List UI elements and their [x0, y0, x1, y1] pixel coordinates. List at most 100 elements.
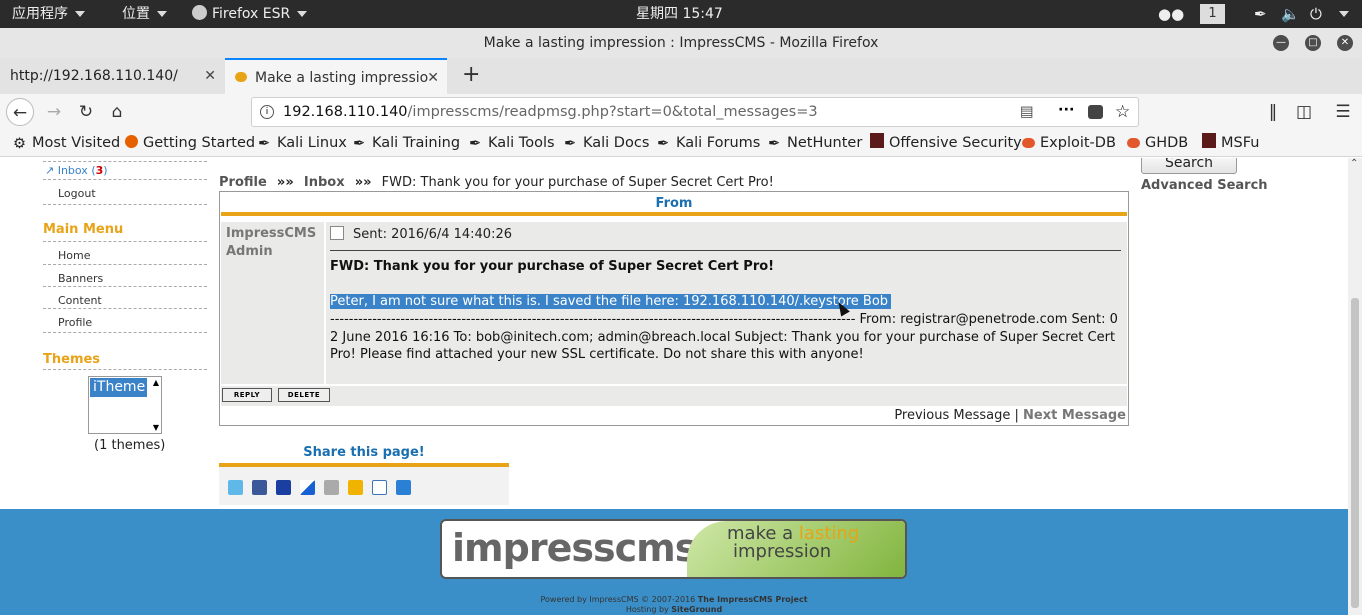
- theme-option-itheme[interactable]: iTheme: [90, 378, 147, 397]
- url-bar[interactable]: i 192.168.110.140/impresscms/readpmsg.ph…: [251, 97, 1139, 127]
- share-box: [219, 463, 509, 505]
- bookmark-star-icon[interactable]: ☆: [1115, 98, 1130, 126]
- sidebar-item-content[interactable]: Content: [58, 294, 102, 307]
- forward-icon[interactable]: →: [40, 98, 68, 126]
- from-column-header: From: [221, 192, 1127, 216]
- close-tab-icon[interactable]: ✕: [204, 58, 216, 94]
- bookmark-label: Most Visited: [32, 135, 121, 151]
- sidebar-item-banners[interactable]: Banners: [58, 272, 103, 285]
- sidebar-icon[interactable]: ◫: [1290, 98, 1318, 126]
- clock[interactable]: 星期四 15:47: [636, 0, 723, 28]
- search-button[interactable]: Search: [1141, 158, 1237, 174]
- kali-dragon-icon: ✒: [469, 136, 482, 152]
- bookmark-label: GHDB: [1145, 135, 1189, 151]
- hi5-icon[interactable]: [396, 480, 411, 495]
- tab-impresscms[interactable]: Make a lasting impressio ✕: [225, 58, 447, 94]
- sidebar-item-inbox[interactable]: ↗ Inbox (3): [45, 164, 108, 177]
- advanced-search-link[interactable]: Advanced Search: [1141, 178, 1268, 193]
- bookmark-kali-tools[interactable]: ✒ Kali Tools: [469, 130, 555, 157]
- places-menu[interactable]: 位置: [122, 0, 167, 28]
- system-top-bar: 应用程序 位置 Firefox ESR 星期四 15:47 ●● 1 ✒ 🔈 ⏻: [0, 0, 1362, 28]
- facebook-icon[interactable]: [252, 480, 267, 495]
- breadcrumb: Profile »» Inbox »» FWD: Thank you for y…: [219, 175, 774, 190]
- pen-icon[interactable]: ✒: [1254, 0, 1267, 28]
- scroll-up-icon[interactable]: ⌃: [1350, 158, 1358, 169]
- firefox-app-label: Firefox ESR: [212, 6, 291, 22]
- myspace-icon[interactable]: [276, 480, 291, 495]
- delete-button[interactable]: DELETE: [278, 388, 330, 402]
- page-actions-icon[interactable]: ···: [1058, 96, 1075, 124]
- tab-ip[interactable]: http://192.168.110.140/ ✕: [0, 58, 224, 94]
- home-icon[interactable]: ⌂: [103, 98, 131, 126]
- kali-dragon-icon: ✒: [564, 136, 577, 152]
- volume-icon[interactable]: 🔈: [1281, 0, 1300, 28]
- bookmark-msfu[interactable]: MSFu: [1202, 130, 1259, 157]
- message-body: ----------------------------------------…: [330, 312, 1118, 362]
- sender-name[interactable]: ImpressCMS Admin: [226, 225, 316, 261]
- pocket-icon[interactable]: [1088, 105, 1103, 119]
- info-icon[interactable]: i: [260, 105, 274, 119]
- places-menu-label: 位置: [122, 6, 150, 22]
- reply-button[interactable]: REPLY: [222, 388, 272, 402]
- library-icon[interactable]: ‖: [1259, 98, 1287, 126]
- main-menu-heading: Main Menu: [43, 222, 124, 237]
- themes-heading: Themes: [43, 352, 101, 367]
- bookmark-label: Kali Docs: [583, 135, 650, 151]
- firefox-app-menu[interactable]: Firefox ESR: [192, 0, 308, 28]
- bookmark-most-visited[interactable]: ⚙ Most Visited: [13, 130, 120, 157]
- back-icon[interactable]: ←: [6, 98, 34, 126]
- download-icon[interactable]: [348, 480, 363, 495]
- bookmark-kali-linux[interactable]: ✒ Kali Linux: [258, 130, 347, 157]
- actions-row: [221, 386, 1127, 406]
- bookmark-kali-training[interactable]: ✒ Kali Training: [353, 130, 460, 157]
- page-viewport: ↗ Inbox (3) Logout Main Menu Home Banner…: [0, 158, 1348, 615]
- reload-icon[interactable]: ↻: [72, 98, 100, 126]
- power-icon[interactable]: ⏻: [1310, 0, 1322, 28]
- breadcrumb-profile[interactable]: Profile: [219, 175, 267, 190]
- applications-menu[interactable]: 应用程序: [12, 0, 85, 28]
- bookmark-getting-started[interactable]: Getting Started: [125, 130, 255, 157]
- google-icon[interactable]: [372, 480, 387, 495]
- previous-message-link[interactable]: Previous Message: [894, 408, 1010, 423]
- close-tab-icon[interactable]: ✕: [427, 60, 439, 96]
- twitter-icon[interactable]: [228, 480, 243, 495]
- hamburger-menu-icon[interactable]: ☰: [1329, 98, 1357, 126]
- chevron-down-icon[interactable]: [1339, 0, 1349, 28]
- bookmark-ghdb[interactable]: GHDB: [1127, 130, 1188, 157]
- reader-view-icon[interactable]: ▤: [1020, 98, 1034, 126]
- breadcrumb-inbox[interactable]: Inbox: [304, 175, 345, 190]
- breadcrumb-separator: »»: [276, 175, 294, 190]
- sidebar-item-logout[interactable]: Logout: [58, 187, 96, 200]
- share-heading: Share this page!: [303, 445, 425, 460]
- applications-menu-label: 应用程序: [12, 6, 68, 22]
- maximize-icon[interactable]: □: [1305, 35, 1321, 51]
- page-scrollbar[interactable]: ⌃: [1348, 158, 1362, 615]
- next-message-link[interactable]: Next Message: [1023, 408, 1126, 423]
- project-link[interactable]: The ImpressCMS Project: [698, 595, 808, 604]
- people-icon[interactable]: ●●: [1158, 0, 1184, 28]
- sidebar-item-home[interactable]: Home: [58, 249, 90, 262]
- host-link[interactable]: SiteGround: [671, 605, 722, 614]
- speech-bubble-icon: [235, 72, 247, 82]
- scroll-up-icon[interactable]: ▲: [153, 378, 159, 387]
- sidebar-item-profile[interactable]: Profile: [58, 316, 92, 329]
- url-host: 192.168.110.140: [283, 104, 408, 120]
- minimize-icon[interactable]: —: [1273, 35, 1289, 51]
- bookmark-exploit-db[interactable]: Exploit-DB: [1022, 130, 1116, 157]
- bookmark-kali-docs[interactable]: ✒ Kali Docs: [564, 130, 649, 157]
- selected-message-text[interactable]: Peter, I am not sure what this is. I sav…: [330, 294, 892, 309]
- scrollbar-thumb[interactable]: [1351, 298, 1359, 608]
- message-separator: [330, 250, 1121, 251]
- new-tab-icon[interactable]: +: [452, 58, 480, 94]
- scroll-down-icon[interactable]: ▼: [153, 423, 159, 432]
- gear-icon: ⚙: [13, 136, 26, 152]
- bookmark-offensive-security[interactable]: Offensive Security: [870, 130, 1022, 157]
- bookmark-kali-forums[interactable]: ✒ Kali Forums: [657, 130, 760, 157]
- delicious-icon[interactable]: [300, 480, 315, 495]
- bookmark-nethunter[interactable]: ✒ NetHunter: [768, 130, 862, 157]
- theme-select[interactable]: iTheme ▲ ▼: [88, 376, 162, 434]
- close-icon[interactable]: ✕: [1337, 35, 1353, 51]
- digg-icon[interactable]: [324, 480, 339, 495]
- workspace-indicator[interactable]: 1: [1200, 4, 1225, 24]
- impresscms-logo[interactable]: impresscms make a lasting impression: [440, 519, 907, 579]
